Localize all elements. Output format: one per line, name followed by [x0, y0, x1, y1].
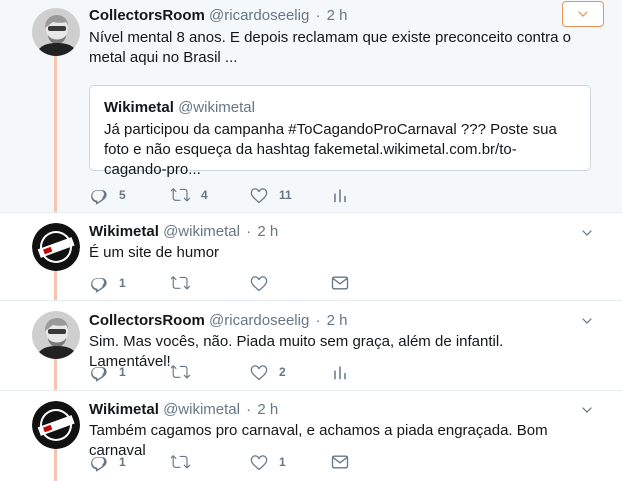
reply-count: 1	[119, 365, 126, 379]
retweet-icon	[171, 273, 191, 293]
tweet-header: CollectorsRoom @ricardoseelig · 2 h	[89, 7, 348, 24]
heart-icon	[249, 362, 269, 382]
reply-count: 5	[119, 188, 126, 202]
like-button[interactable]: 11	[249, 185, 292, 205]
tweet-text: Nível mental 8 anos. E depois reclamam q…	[89, 29, 571, 66]
author-handle[interactable]: @wikimetal	[163, 401, 240, 418]
analytics-button[interactable]	[330, 185, 360, 205]
author-name[interactable]: CollectorsRoom	[89, 7, 205, 24]
separator-dot: ·	[246, 223, 252, 240]
like-count: 2	[279, 365, 286, 379]
analytics-icon	[330, 362, 350, 382]
reply-icon	[89, 273, 109, 293]
retweet-icon	[171, 452, 191, 472]
timestamp[interactable]: 2 h	[257, 401, 278, 418]
separator-dot: ·	[315, 312, 321, 329]
avatar-wikimetal[interactable]	[32, 223, 80, 271]
tweet-text: É um site de humor	[89, 244, 220, 261]
chevron-down-icon[interactable]	[580, 403, 594, 417]
quoted-tweet-header: Wikimetal @wikimetal	[104, 99, 255, 116]
thread-line	[54, 269, 57, 300]
direct-message-button[interactable]	[330, 273, 360, 293]
quoted-author-handle: @wikimetal	[178, 99, 255, 116]
reply-icon	[89, 185, 109, 205]
chevron-down-icon	[576, 7, 590, 21]
author-name[interactable]: CollectorsRoom	[89, 312, 205, 329]
tweet-2[interactable]: Wikimetal @wikimetal · 2 h É um site de …	[0, 213, 622, 300]
quoted-tweet[interactable]: Wikimetal @wikimetal Já participou da ca…	[89, 85, 591, 178]
direct-message-button[interactable]	[330, 452, 360, 472]
avatar-collectorsroom[interactable]	[32, 8, 80, 56]
author-handle[interactable]: @ricardoseelig	[209, 312, 309, 329]
separator-dot: ·	[315, 7, 321, 24]
heart-icon	[249, 273, 269, 293]
like-button[interactable]: 1	[249, 452, 286, 472]
separator-dot: ·	[246, 401, 252, 418]
author-name[interactable]: Wikimetal	[89, 223, 159, 240]
chevron-down-icon[interactable]	[580, 226, 594, 240]
reply-count: 1	[119, 276, 126, 290]
retweet-button[interactable]: 4	[171, 185, 208, 205]
reply-icon	[89, 362, 109, 382]
reply-button[interactable]: 1	[89, 452, 126, 472]
analytics-icon	[330, 185, 350, 205]
quoted-tweet-text: Já participou da campanha #ToCagandoProC…	[104, 121, 557, 178]
timestamp[interactable]: 2 h	[327, 7, 348, 24]
like-count: 1	[279, 455, 286, 469]
avatar-collectorsroom[interactable]	[32, 311, 80, 359]
author-handle[interactable]: @wikimetal	[163, 223, 240, 240]
heart-icon	[249, 185, 269, 205]
tweet-header: Wikimetal @wikimetal · 2 h	[89, 401, 278, 418]
envelope-icon	[330, 273, 350, 293]
like-button[interactable]	[249, 273, 285, 293]
author-handle[interactable]: @ricardoseelig	[209, 7, 309, 24]
chevron-down-icon[interactable]	[580, 314, 594, 328]
tweet-menu-button[interactable]	[562, 1, 604, 27]
reply-button[interactable]: 1	[89, 273, 126, 293]
tweet-1[interactable]: CollectorsRoom @ricardoseelig · 2 h Níve…	[0, 0, 622, 212]
tweet-3[interactable]: CollectorsRoom @ricardoseelig · 2 h Sim.…	[0, 301, 622, 390]
thread-line	[54, 447, 57, 481]
avatar-wikimetal[interactable]	[32, 401, 80, 449]
timestamp[interactable]: 2 h	[257, 223, 278, 240]
thread-line	[54, 56, 57, 212]
reply-button[interactable]: 5	[89, 185, 126, 205]
tweet-header: Wikimetal @wikimetal · 2 h	[89, 223, 278, 240]
author-name[interactable]: Wikimetal	[89, 401, 159, 418]
retweet-count: 4	[201, 188, 208, 202]
retweet-icon	[171, 185, 191, 205]
reply-count: 1	[119, 455, 126, 469]
retweet-button[interactable]	[171, 273, 207, 293]
thread-line	[54, 357, 57, 390]
reply-icon	[89, 452, 109, 472]
quoted-author-name: Wikimetal	[104, 99, 174, 116]
envelope-icon	[330, 452, 350, 472]
retweet-icon	[171, 362, 191, 382]
heart-icon	[249, 452, 269, 472]
like-count: 11	[279, 188, 292, 202]
retweet-button[interactable]	[171, 362, 207, 382]
tweet-4[interactable]: Wikimetal @wikimetal · 2 h Também cagamo…	[0, 391, 622, 481]
retweet-button[interactable]	[171, 452, 207, 472]
timestamp[interactable]: 2 h	[327, 312, 348, 329]
reply-button[interactable]: 1	[89, 362, 126, 382]
tweet-header: CollectorsRoom @ricardoseelig · 2 h	[89, 312, 348, 329]
analytics-button[interactable]	[330, 362, 360, 382]
like-button[interactable]: 2	[249, 362, 286, 382]
